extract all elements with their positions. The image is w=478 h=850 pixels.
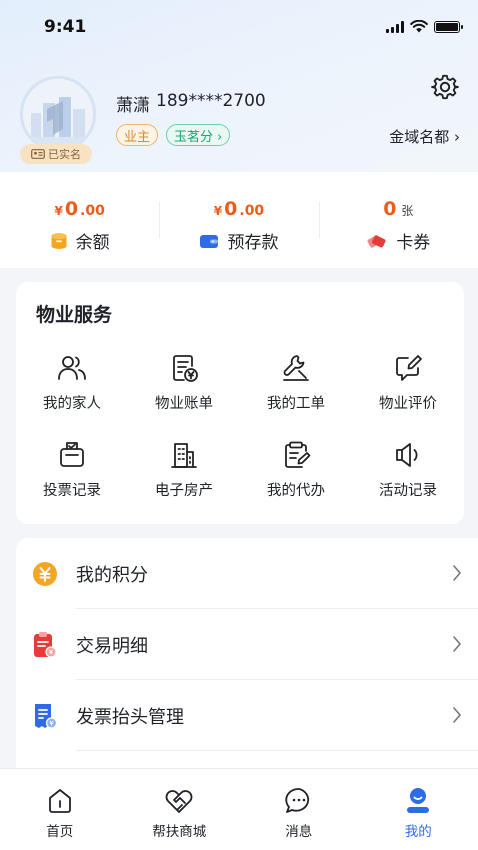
service-my-family[interactable]: 我的家人: [16, 352, 128, 413]
verified-badge: 已实名: [20, 144, 92, 164]
home-icon: [48, 789, 71, 813]
service-work-order[interactable]: 我的工单: [240, 352, 352, 413]
service-vote-records[interactable]: 投票记录: [16, 439, 128, 500]
bill-icon: [173, 355, 198, 382]
tab-messages[interactable]: 消息: [239, 769, 359, 850]
score-tag[interactable]: 玉茗分 ›: [166, 124, 231, 146]
vote-icon: [60, 442, 84, 467]
menu-item-my-points[interactable]: 我的积分: [16, 538, 478, 609]
service-activity-records[interactable]: 活动记录: [352, 439, 464, 500]
family-icon: [58, 356, 86, 380]
service-property-bill[interactable]: 物业账单: [128, 352, 240, 413]
service-e-property[interactable]: 电子房产: [128, 439, 240, 500]
handshake-icon: [165, 790, 193, 813]
signal-icon: [386, 20, 404, 33]
prepaid-label: 预存款: [227, 233, 279, 253]
balance-item-wallet[interactable]: ¥0.00 余额: [0, 172, 159, 268]
chevron-right-icon: [453, 565, 462, 581]
user-phone: 189****2700: [156, 91, 266, 111]
account-menu-list: 我的积分 交易明细 发票抬头管理: [16, 538, 478, 778]
wifi-icon: [410, 20, 428, 33]
verified-label: 已实名: [48, 148, 81, 161]
building-icon: [171, 443, 197, 468]
user-name: 萧潇: [116, 96, 150, 116]
property-services-card: 物业服务 我的家人 物业账单 我的工单 物业评价 投票记录 电子房产 我的代办 …: [16, 282, 464, 524]
owner-tag: 业主: [116, 124, 159, 146]
chevron-right-icon: [453, 636, 462, 652]
menu-item-invoice-title[interactable]: 发票抬头管理: [16, 680, 478, 751]
tab-home[interactable]: 首页: [0, 769, 120, 850]
points-icon: [33, 561, 57, 586]
status-bar: 9:41: [0, 0, 478, 54]
menu-label: 交易明细: [76, 635, 148, 657]
wallet-coin-icon: [51, 232, 67, 249]
bottom-tab-bar: 首页 帮扶商城 消息 我的: [0, 768, 478, 850]
avatar[interactable]: [20, 76, 96, 152]
user-info: 萧潇 189****2700: [116, 91, 266, 116]
menu-label: 发票抬头管理: [76, 706, 184, 728]
balance-label: 余额: [75, 233, 110, 253]
wallet-icon: [200, 234, 219, 248]
service-my-todo[interactable]: 我的代办: [240, 439, 352, 500]
prepaid-value: ¥0.00: [213, 198, 265, 220]
coupon-icon: [367, 234, 386, 248]
tab-mall[interactable]: 帮扶商城: [120, 769, 240, 850]
avatar-building-logo-icon: [23, 79, 93, 149]
battery-icon: [434, 20, 463, 33]
balance-item-coupons[interactable]: 0张 卡券: [318, 172, 478, 268]
user-tags: 业主 玉茗分 ›: [116, 124, 231, 146]
balance-item-prepaid[interactable]: ¥0.00 预存款: [159, 172, 318, 268]
tab-profile[interactable]: 我的: [359, 769, 478, 850]
transactions-icon: [34, 631, 57, 658]
speaker-icon: [396, 443, 418, 467]
review-icon: [396, 355, 422, 381]
coupon-count: 0张: [383, 198, 414, 220]
chevron-right-icon: [453, 707, 462, 723]
invoice-icon: [35, 703, 58, 729]
status-time: 9:41: [44, 17, 87, 37]
settings-gear-icon[interactable]: [430, 72, 460, 102]
section-title: 物业服务: [36, 304, 113, 326]
community-selector[interactable]: 金域名都 ›: [389, 126, 460, 147]
status-icons: [386, 20, 463, 33]
services-grid: 我的家人 物业账单 我的工单 物业评价 投票记录 电子房产 我的代办 活动记录: [16, 352, 464, 500]
id-card-icon: [31, 149, 45, 159]
balance-value: ¥0.00: [54, 198, 105, 220]
balance-summary: ¥0.00 余额 ¥0.00 预存款 0张 卡券: [0, 172, 478, 268]
profile-icon: [407, 788, 430, 813]
message-icon: [285, 788, 309, 813]
todo-icon: [285, 441, 311, 468]
coupon-label: 卡券: [396, 233, 431, 253]
work-order-icon: [283, 355, 309, 381]
menu-label: 我的积分: [76, 564, 148, 586]
menu-item-transactions[interactable]: 交易明细: [16, 609, 478, 680]
service-property-review[interactable]: 物业评价: [352, 352, 464, 413]
